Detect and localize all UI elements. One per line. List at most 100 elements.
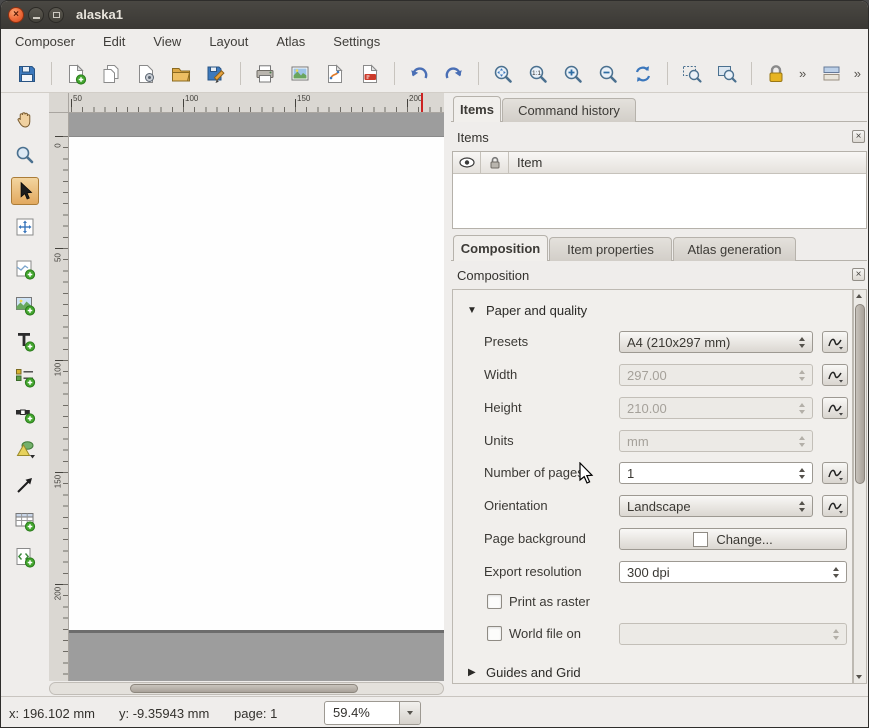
align-panels-button[interactable] [818, 60, 846, 88]
guides-grid-group-header[interactable]: Guides and Grid [486, 665, 581, 680]
menu-layout[interactable]: Layout [195, 29, 262, 55]
export-svg-button[interactable] [321, 60, 349, 88]
redo-button[interactable] [440, 60, 468, 88]
combo-arrows-icon[interactable] [833, 629, 839, 640]
paper-page[interactable] [69, 136, 444, 633]
presets-combobox[interactable]: A4 (210x297 mm) [619, 331, 813, 353]
add-attribute-table-button[interactable] [11, 507, 39, 535]
composition-vertical-scrollbar[interactable] [853, 289, 867, 684]
world-file-map-combobox[interactable] [619, 623, 847, 645]
export-image-button[interactable] [286, 60, 314, 88]
tab-command-history[interactable]: Command history [502, 98, 636, 122]
add-arrow-button[interactable] [11, 471, 39, 499]
combo-arrows-icon[interactable] [799, 436, 805, 447]
add-html-frame-button[interactable] [11, 543, 39, 571]
units-combobox[interactable]: mm [619, 430, 813, 452]
zoom-full-button[interactable] [489, 60, 517, 88]
zoom-dropdown-button[interactable] [399, 702, 420, 724]
add-image-button[interactable] [11, 291, 39, 319]
pages-data-defined-button[interactable] [822, 462, 848, 484]
menu-settings[interactable]: Settings [319, 29, 394, 55]
zoom-actual-button[interactable]: 1:1 [524, 60, 552, 88]
collapse-triangle-icon[interactable]: ▶ [468, 667, 476, 678]
combo-arrows-icon[interactable] [799, 501, 805, 512]
items-dock-close-button[interactable]: × [852, 130, 865, 143]
scroll-down-arrow-icon[interactable] [856, 675, 862, 679]
tab-items[interactable]: Items [453, 96, 501, 122]
add-scalebar-icon [14, 402, 36, 424]
canvas-scrollbar-thumb[interactable] [130, 684, 358, 693]
items-tree[interactable]: Item [452, 151, 867, 229]
vertical-ruler: 0 50 100 150 200 [49, 113, 69, 681]
item-column-header[interactable]: Item [509, 152, 866, 173]
tab-atlas-generation[interactable]: Atlas generation [673, 237, 796, 261]
composition-scrollbar-thumb[interactable] [855, 304, 865, 484]
zoom-tool-button[interactable] [11, 141, 39, 169]
save-project-button[interactable] [13, 60, 41, 88]
width-spinbox[interactable]: 297.00 [619, 364, 813, 386]
spin-arrows-icon[interactable] [799, 468, 805, 479]
composition-canvas[interactable] [69, 113, 444, 681]
add-scalebar-button[interactable] [11, 399, 39, 427]
export-pdf-button[interactable] [356, 60, 384, 88]
load-template-button[interactable] [167, 60, 195, 88]
composition-dock-close-button[interactable]: × [852, 268, 865, 281]
close-button[interactable]: × [8, 7, 24, 23]
orientation-data-defined-button[interactable] [822, 495, 848, 517]
titlebar[interactable]: × alaska1 [1, 1, 868, 29]
composer-manager-button[interactable] [132, 60, 160, 88]
export-resolution-spinbox[interactable]: 300 dpi [619, 561, 847, 583]
paper-quality-group-header[interactable]: Paper and quality [486, 303, 587, 318]
add-legend-icon [14, 366, 36, 388]
lock-items-button[interactable] [762, 60, 790, 88]
world-file-checkbox[interactable] [487, 626, 502, 641]
zoom-region-button[interactable] [678, 60, 706, 88]
tab-composition[interactable]: Composition [453, 235, 548, 261]
menu-composer[interactable]: Composer [1, 29, 89, 55]
menu-view[interactable]: View [139, 29, 195, 55]
height-spinbox[interactable]: 210.00 [619, 397, 813, 419]
scroll-up-arrow-icon[interactable] [856, 294, 862, 298]
print-as-raster-label: Print as raster [509, 591, 590, 613]
add-label-button[interactable] [11, 327, 39, 355]
save-as-template-button[interactable] [202, 60, 230, 88]
tab-item-properties[interactable]: Item properties [549, 237, 672, 261]
spin-arrows-icon[interactable] [833, 567, 839, 578]
toolbar-overflow-chevron[interactable]: » [797, 66, 808, 81]
toolbar-overflow-chevron-2[interactable]: » [852, 66, 863, 81]
canvas-horizontal-scrollbar[interactable] [49, 682, 444, 695]
presets-data-defined-button[interactable] [822, 331, 848, 353]
zoom-out-button[interactable] [594, 60, 622, 88]
maximize-button[interactable] [48, 7, 64, 23]
items-tree-header[interactable]: Item [453, 152, 866, 174]
page-background-button[interactable]: Change... [619, 528, 847, 550]
spin-arrows-icon[interactable] [799, 403, 805, 414]
combo-arrows-icon[interactable] [799, 337, 805, 348]
print-button[interactable] [251, 60, 279, 88]
duplicate-composition-button[interactable] [97, 60, 125, 88]
menu-edit[interactable]: Edit [89, 29, 139, 55]
zoom-in-button[interactable] [559, 60, 587, 88]
spin-arrows-icon[interactable] [799, 370, 805, 381]
width-data-defined-button[interactable] [822, 364, 848, 386]
orientation-combobox[interactable]: Landscape [619, 495, 813, 517]
pan-tool-button[interactable] [11, 105, 39, 133]
select-move-item-button[interactable] [11, 177, 39, 205]
zoom-level-combobox[interactable]: 59.4% [324, 701, 421, 725]
add-map-button[interactable] [11, 255, 39, 283]
expand-triangle-icon[interactable]: ▼ [467, 305, 477, 316]
move-item-content-button[interactable] [11, 213, 39, 241]
lock-column-header[interactable] [481, 152, 509, 173]
zoom-last-button[interactable] [713, 60, 741, 88]
menu-atlas[interactable]: Atlas [262, 29, 319, 55]
refresh-button[interactable] [629, 60, 657, 88]
add-shape-button[interactable] [11, 435, 39, 463]
number-of-pages-spinbox[interactable]: 1 [619, 462, 813, 484]
new-composition-button[interactable] [62, 60, 90, 88]
undo-button[interactable] [405, 60, 433, 88]
minimize-button[interactable] [28, 7, 44, 23]
visibility-column-header[interactable] [453, 152, 481, 173]
print-as-raster-checkbox[interactable] [487, 594, 502, 609]
add-legend-button[interactable] [11, 363, 39, 391]
height-data-defined-button[interactable] [822, 397, 848, 419]
